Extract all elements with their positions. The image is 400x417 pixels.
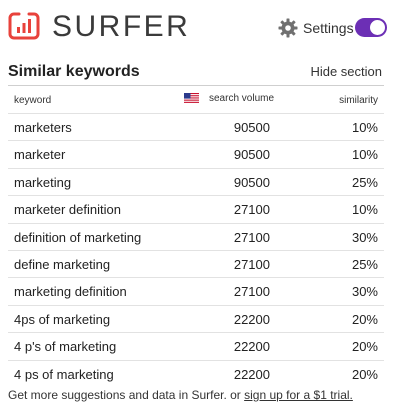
- keyword-cell: define marketing: [14, 256, 111, 272]
- table-row[interactable]: marketer definition 27100 10%: [8, 195, 384, 222]
- table-row[interactable]: marketers 90500 10%: [8, 113, 384, 140]
- keyword-cell: definition of marketing: [14, 229, 142, 245]
- keyword-cell: marketer: [14, 147, 66, 163]
- footer-text: Get more suggestions and data in Surfer.…: [8, 388, 245, 402]
- extension-toggle[interactable]: [355, 18, 387, 37]
- similarity-cell: 25%: [351, 174, 378, 190]
- volume-cell: 22200: [233, 311, 270, 327]
- table-row[interactable]: 4 p's of marketing 22200 20%: [8, 332, 384, 359]
- volume-cell: 90500: [233, 174, 270, 190]
- settings-label: Settings: [303, 20, 354, 36]
- volume-cell: 27100: [233, 202, 270, 218]
- toggle-knob: [370, 20, 385, 35]
- similarity-cell: 30%: [351, 284, 378, 300]
- volume-cell: 90500: [233, 147, 270, 163]
- settings-button[interactable]: Settings: [278, 17, 354, 39]
- keyword-cell: marketing definition: [14, 284, 127, 300]
- section-title: Similar keywords: [8, 63, 140, 80]
- similarity-cell: 10%: [351, 120, 378, 135]
- table-row[interactable]: definition of marketing 27100 30%: [8, 222, 384, 250]
- us-flag-icon: [184, 93, 199, 104]
- table-row[interactable]: marketing 90500 25%: [8, 167, 384, 195]
- similarity-cell: 20%: [351, 339, 378, 355]
- hide-section-link[interactable]: Hide section: [310, 64, 382, 79]
- table-row[interactable]: 4ps of marketing 22200 20%: [8, 304, 384, 332]
- keyword-cell: marketer definition: [14, 202, 121, 218]
- keyword-cell: 4 ps of marketing: [14, 366, 114, 382]
- column-header-volume-label: search volume: [209, 93, 275, 104]
- trial-signup-link[interactable]: sign up for a $1 trial.: [244, 388, 353, 402]
- footer-note: Get more suggestions and data in Surfer.…: [8, 388, 353, 402]
- similarity-cell: 20%: [351, 366, 378, 382]
- table-row[interactable]: define marketing 27100 25%: [8, 249, 384, 277]
- volume-cell: 22200: [233, 339, 270, 355]
- table-row[interactable]: marketing definition 27100 30%: [8, 277, 384, 304]
- keyword-cell: 4 p's of marketing: [14, 339, 117, 355]
- similarity-cell: 10%: [351, 202, 378, 218]
- table-header: keyword search volume similarity: [8, 86, 384, 113]
- surfer-logo-icon: [8, 12, 40, 40]
- gear-icon: [278, 18, 298, 38]
- similarity-cell: 30%: [351, 229, 378, 245]
- keyword-cell: marketing: [14, 174, 72, 190]
- volume-cell: 22200: [233, 366, 270, 382]
- similarity-cell: 25%: [351, 256, 378, 272]
- table-row[interactable]: marketer 90500 10%: [8, 140, 384, 167]
- volume-cell: 27100: [233, 229, 270, 245]
- volume-cell: 27100: [233, 256, 270, 272]
- column-header-volume[interactable]: search volume: [184, 93, 274, 104]
- keywords-table: keyword search volume similarity markete…: [8, 86, 384, 387]
- keyword-cell: marketers: [14, 120, 72, 135]
- column-header-similarity[interactable]: similarity: [339, 95, 378, 106]
- volume-cell: 90500: [233, 120, 270, 135]
- brand-name: SURFER: [52, 10, 191, 43]
- similarity-cell: 10%: [351, 147, 378, 163]
- column-header-keyword[interactable]: keyword: [14, 95, 51, 106]
- table-row[interactable]: 4 ps of marketing 22200 20%: [8, 359, 384, 387]
- table-body: marketers 90500 10% marketer 90500 10% marketi…: [8, 113, 384, 387]
- header: SURFER Settings: [0, 0, 400, 56]
- section-header: Similar keywords Hide section: [8, 62, 384, 82]
- keyword-cell: 4ps of marketing: [14, 311, 111, 327]
- volume-cell: 27100: [233, 284, 270, 300]
- similarity-cell: 20%: [351, 311, 378, 327]
